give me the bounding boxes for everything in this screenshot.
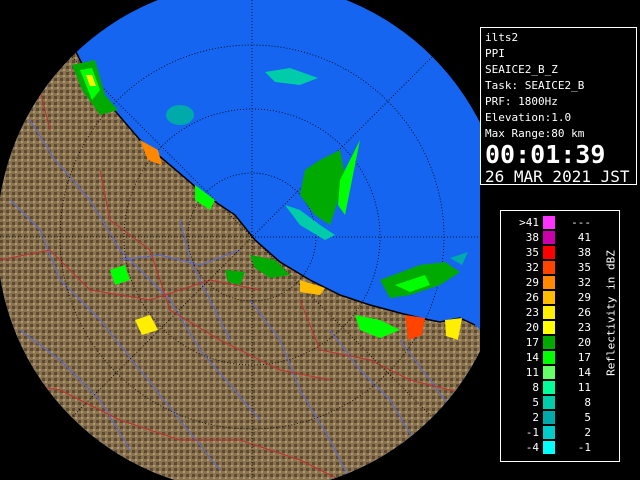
legend-color-swatch	[543, 261, 555, 274]
legend-upper-bound: 20	[577, 336, 591, 349]
radar-ppi-map[interactable]	[0, 0, 480, 480]
legend-color-swatch	[543, 396, 555, 409]
legend-upper-bound: 11	[577, 381, 591, 394]
legend-lower-bound: 38	[525, 231, 539, 244]
legend-upper-bound: 17	[577, 351, 591, 364]
legend-upper-bound: 23	[577, 321, 591, 334]
legend-color-swatch	[543, 306, 555, 319]
scan-mode: PPI	[485, 47, 505, 60]
legend-lower-bound: 26	[525, 291, 539, 304]
legend-color-swatch	[543, 351, 555, 364]
legend-upper-bound: 32	[577, 276, 591, 289]
legend-upper-bound: 29	[577, 291, 591, 304]
legend-lower-bound: 29	[525, 276, 539, 289]
color-scale-legend: >41 --- 38 41 35 38 32 35 29 32 26 29 23 26 20 23 17 20 14…	[500, 210, 620, 462]
legend-lower-bound: 14	[525, 351, 539, 364]
legend-lower-bound: 5	[532, 396, 539, 409]
radar-info-panel: ilts2 PPI SEAICE2_B_Z Task: SEAICE2_B PR…	[480, 27, 637, 186]
legend-color-swatch	[543, 321, 555, 334]
legend-upper-bound: 14	[577, 366, 591, 379]
legend-lower-bound: 8	[532, 381, 539, 394]
legend-upper-bound: 41	[577, 231, 591, 244]
legend-unit-label: Reflectivity in dBZ	[604, 218, 618, 408]
legend-upper-bound: 38	[577, 246, 591, 259]
legend-upper-bound: 26	[577, 306, 591, 319]
legend-lower-bound: 17	[525, 336, 539, 349]
legend-color-swatch	[543, 246, 555, 259]
legend-color-swatch	[543, 291, 555, 304]
elevation-value: Elevation:1.0	[485, 111, 572, 124]
max-range-value: Max Range:80 km	[485, 127, 585, 140]
legend-upper-bound: 5	[584, 411, 591, 424]
legend-color-swatch	[543, 441, 555, 454]
legend-color-swatch	[543, 336, 555, 349]
legend-lower-bound: -4	[525, 441, 539, 454]
legend-color-swatch	[543, 231, 555, 244]
legend-color-swatch	[543, 411, 555, 424]
legend-lower-bound: 23	[525, 306, 539, 319]
prf-value: PRF: 1800Hz	[485, 95, 558, 108]
product-name: SEAICE2_B_Z	[485, 63, 558, 76]
site-name: ilts2	[485, 31, 519, 44]
legend-unit-text: Reflectivity in dBZ	[604, 250, 618, 376]
legend-upper-bound: -1	[577, 441, 591, 454]
scan-date: 26 MAR 2021 JST	[485, 167, 630, 186]
legend-color-swatch	[543, 216, 555, 229]
legend-color-swatch	[543, 366, 555, 379]
legend-upper-bound: ---	[571, 216, 591, 229]
legend-lower-bound: 2	[532, 411, 539, 424]
legend-lower-bound: >41	[519, 216, 539, 229]
legend-color-swatch	[543, 426, 555, 439]
legend-lower-bound: -1	[525, 426, 539, 439]
legend-upper-bound: 35	[577, 261, 591, 274]
legend-lower-bound: 11	[525, 366, 539, 379]
legend-upper-bound: 8	[584, 396, 591, 409]
legend-lower-bound: 35	[525, 246, 539, 259]
task-name: Task: SEAICE2_B	[485, 79, 585, 92]
legend-lower-bound: 32	[525, 261, 539, 274]
legend-color-swatch	[543, 381, 555, 394]
scan-time: 00:01:39	[485, 140, 606, 169]
legend-upper-bound: 2	[584, 426, 591, 439]
legend-lower-bound: 20	[525, 321, 539, 334]
legend-color-swatch	[543, 276, 555, 289]
